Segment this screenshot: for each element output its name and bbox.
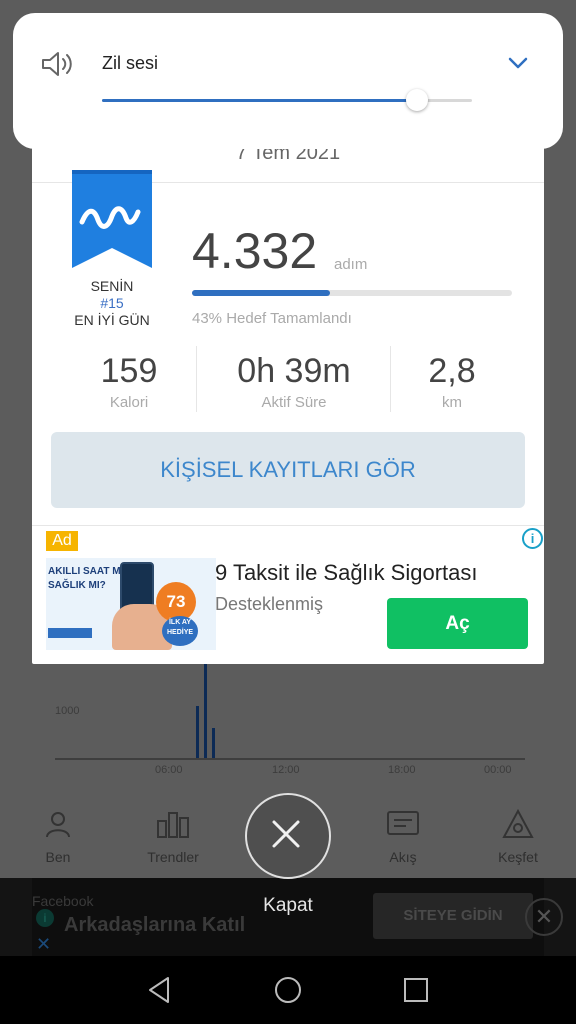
volume-label: Zil sesi (102, 53, 159, 73)
volume-panel: Zil sesi (13, 13, 563, 149)
best-day-line3: EN İYİ GÜN (74, 312, 150, 328)
person-icon (8, 809, 108, 845)
home-icon[interactable] (272, 974, 304, 1006)
step-count: 4.332 (192, 223, 318, 279)
ad-image-line1: AKILLI SAAT MI? (48, 566, 130, 577)
goal-progress-fill (192, 290, 330, 296)
bg-nav-akis: Akış (353, 795, 453, 865)
volume-slider[interactable] (102, 89, 472, 111)
stat-label: Aktif Süre (261, 394, 327, 411)
volume-slider-fill (102, 99, 417, 102)
bg-chart-axis (55, 758, 525, 760)
close-button[interactable] (245, 793, 331, 879)
ad-image-bar (48, 628, 92, 638)
chevron-down-icon[interactable] (506, 51, 530, 75)
close-icon (272, 820, 300, 848)
bg-tick-label: 00:00 (484, 764, 512, 776)
bg-tick-label: 18:00 (388, 764, 416, 776)
ad-badge: Ad (46, 531, 78, 551)
bg-nav-label: Ben (45, 849, 71, 865)
discover-icon (468, 808, 568, 845)
bg-banner-title: Arkadaşlarına Katıl (64, 914, 246, 936)
volume-slider-thumb[interactable] (405, 89, 428, 111)
step-unit: adım (334, 256, 368, 273)
stat-calories: 159 Kalori (47, 352, 211, 411)
stat-value: 2,8 (428, 352, 476, 390)
info-icon[interactable]: i (522, 528, 543, 549)
best-day-line1: SENİN (90, 278, 134, 294)
close-icon: ✕ (36, 934, 52, 954)
daily-summary-card: 7 Tem 2021 SENİN #15 EN İYİ GÜN 4.332 ad… (32, 128, 544, 664)
bg-nav-kesfet: Keşfet (468, 795, 568, 865)
ad-image[interactable]: AKILLI SAAT MI? SAĞLIK MI? 73 İLK AY HED… (46, 558, 216, 650)
bg-tick-label: 12:00 (272, 764, 300, 776)
feed-icon (353, 809, 453, 845)
ad-image-badge: İLK AY HEDİYE (162, 616, 198, 646)
ad-sponsored-label: Desteklenmiş (215, 594, 324, 614)
stat-active-time: 0h 39m Aktif Süre (212, 352, 376, 411)
bg-nav-ben: Ben (8, 795, 108, 865)
bg-tick-label: 06:00 (155, 764, 183, 776)
best-day-rank: #15 (100, 295, 124, 311)
ad-title[interactable]: 9 Taksit ile Sağlık Sigortası (215, 560, 478, 586)
best-day-label: SENİN #15 EN İYİ GÜN (62, 278, 162, 329)
close-label: Kapat (263, 895, 313, 916)
bg-nav-label: Trendler (147, 849, 199, 865)
goal-progress-bar (192, 290, 512, 296)
stat-label: km (442, 394, 462, 411)
bg-chart-bar (212, 728, 215, 758)
personal-records-button[interactable]: KİŞİSEL KAYITLARI GÖR (51, 432, 525, 508)
stat-label: Kalori (109, 394, 149, 411)
back-icon[interactable] (144, 974, 176, 1006)
divider (32, 525, 544, 526)
speaker-icon[interactable] (41, 49, 75, 79)
bg-nav-trendler: Trendler (123, 795, 223, 865)
divider (196, 346, 197, 412)
bg-chart-bar (204, 664, 207, 758)
ad-open-button[interactable]: Aç (387, 598, 528, 649)
best-day-ribbon-icon (72, 170, 152, 268)
recents-icon[interactable] (400, 974, 432, 1006)
bar-chart-icon (123, 809, 223, 845)
bg-nav-label: Keşfet (498, 849, 538, 865)
stat-distance: 2,8 km (370, 352, 534, 411)
stat-value: 0h 39m (237, 352, 351, 390)
bg-chart-bar (196, 706, 199, 758)
goal-progress-text: 43% Hedef Tamamlandı (192, 310, 352, 327)
bg-y-tick: 1000 (55, 705, 80, 717)
system-nav-bar (0, 956, 576, 1024)
ad-image-line2: SAĞLIK MI? (48, 580, 106, 591)
stat-value: 159 (100, 352, 158, 390)
bg-nav-label: Akış (389, 849, 417, 865)
